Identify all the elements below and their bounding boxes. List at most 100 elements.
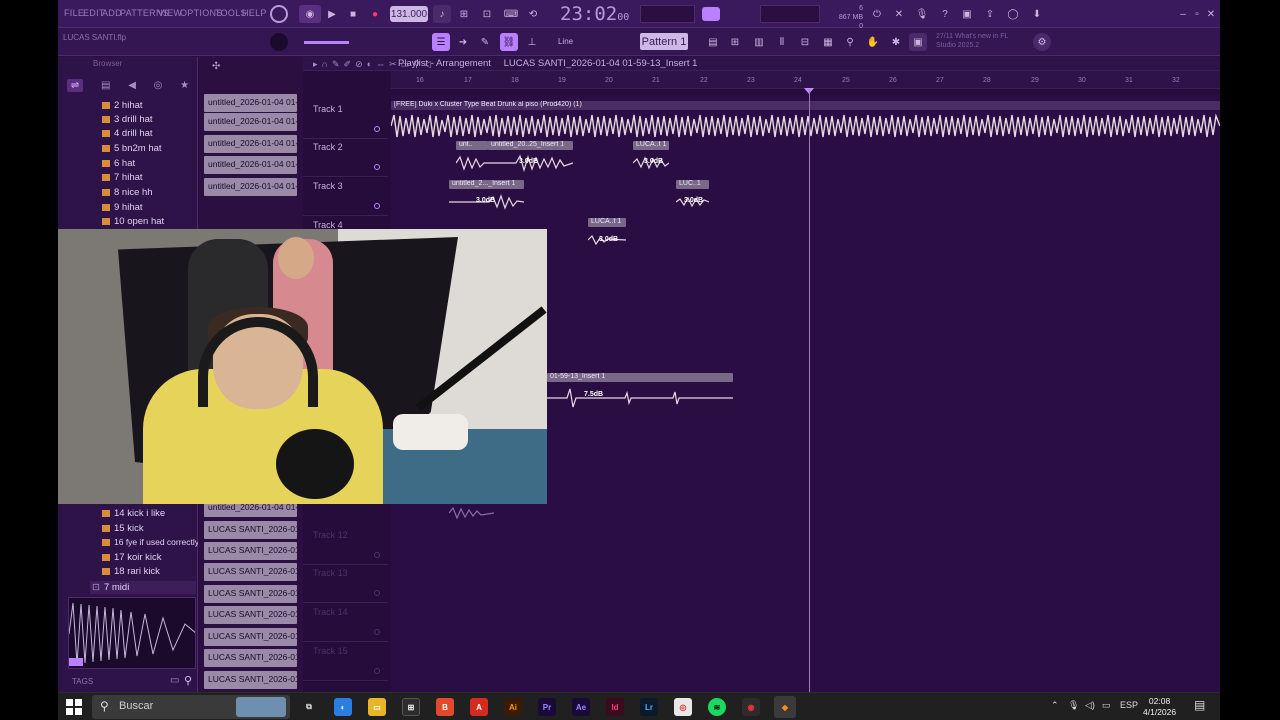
taskbar-search-box[interactable]: ⚲ Buscar xyxy=(92,695,290,719)
channel-rack-icon[interactable]: ▥ xyxy=(750,33,768,51)
browser-item[interactable]: 3 drill hat xyxy=(102,114,153,125)
countdown-icon[interactable]: ⊞ xyxy=(455,5,473,23)
chrome-icon[interactable]: ◎ xyxy=(674,698,692,716)
input-language[interactable]: ESP xyxy=(1120,700,1138,710)
tray-network-icon[interactable]: ▭ xyxy=(1102,700,1111,711)
tags-label[interactable]: TAGS xyxy=(72,677,93,686)
lightroom-icon[interactable]: Lr xyxy=(640,698,658,716)
preview-play-marker[interactable] xyxy=(69,658,83,666)
browser-waveform-preview[interactable] xyxy=(68,597,196,669)
mic-icon[interactable]: 🎙 xyxy=(913,5,931,23)
playhead-line[interactable] xyxy=(809,89,810,692)
clip-list-item[interactable]: LUCAS SANTI_2026-01-04.. xyxy=(204,563,297,581)
clip-list-item[interactable]: untitled_2026-01-04 01- xyxy=(204,156,297,174)
play-icon[interactable]: ▶ xyxy=(323,5,341,23)
zoom-tool-icon[interactable]: ⚲ xyxy=(413,59,424,69)
knob-icon[interactable] xyxy=(270,5,288,23)
touch-icon[interactable]: ✋ xyxy=(864,33,882,51)
audio-clip-header[interactable]: LUCA..t 1 xyxy=(633,141,669,150)
audio-clip-waveform[interactable] xyxy=(456,154,573,172)
arrow-icon[interactable]: ➜ xyxy=(454,33,472,51)
track-enable-icon[interactable] xyxy=(374,668,380,674)
pencil-icon[interactable]: ✎ xyxy=(476,33,494,51)
menu-view[interactable]: VIEW xyxy=(158,8,182,18)
copilot-icon[interactable]: ◐ xyxy=(334,698,352,716)
mic-record-icon[interactable]: ⚲ xyxy=(841,33,859,51)
select-tool-icon[interactable]: ▭ xyxy=(401,59,414,69)
news-settings-icon[interactable]: ⚙ xyxy=(1033,33,1051,51)
clip-list-item[interactable]: LUCAS SANTI_2026-01-04.. xyxy=(204,671,297,689)
stop-icon[interactable]: ■ xyxy=(344,5,362,23)
audio-clip-header[interactable]: untitled_20..25_Insert 1 xyxy=(488,141,573,150)
clip-list-item[interactable]: LUCAS SANTI_2026-01-04.. xyxy=(204,542,297,560)
chat-icon[interactable]: ◯ xyxy=(1004,5,1022,23)
close-icon[interactable]: ✕ xyxy=(1202,5,1220,23)
browser-item[interactable]: 5 bn2m hat xyxy=(102,143,162,154)
mixer-icon[interactable]: ⫴ xyxy=(773,33,791,51)
browser-item[interactable]: 8 nice hh xyxy=(102,187,153,198)
browser-item[interactable]: 2 hihat xyxy=(102,100,143,111)
task-view-icon[interactable]: ⧉ xyxy=(300,698,318,716)
brave-icon[interactable]: B xyxy=(436,698,454,716)
browser-item[interactable]: 15 kick xyxy=(102,523,144,534)
audio-clip-waveform[interactable] xyxy=(449,505,494,521)
spotify-icon[interactable]: ≋ xyxy=(708,698,726,716)
search-browser-icon[interactable]: ⚲ xyxy=(184,674,192,687)
paint-tool-icon[interactable]: ✐ xyxy=(344,59,356,69)
master-volume-slider[interactable] xyxy=(304,41,349,44)
stamp-icon[interactable]: ⊥ xyxy=(523,33,541,51)
timeline-ruler[interactable]: 16 17 18 19 20 21 22 23 24 25 26 27 28 2… xyxy=(391,71,1220,89)
browser-icon[interactable]: ⊟ xyxy=(796,33,814,51)
track-header[interactable]: Track 14 xyxy=(303,604,388,642)
browser-star-tab-icon[interactable]: ★ xyxy=(180,80,189,91)
clip-list-item[interactable]: untitled_2026-01-04 01- xyxy=(204,178,297,196)
download-icon[interactable]: ⬇ xyxy=(1028,5,1046,23)
tray-expand-icon[interactable]: ⌃ xyxy=(1051,700,1059,711)
fl-studio-icon[interactable]: ◆ xyxy=(774,696,796,718)
premiere-icon[interactable]: Pr xyxy=(538,698,556,716)
hint-knob-icon[interactable] xyxy=(270,33,288,51)
track-enable-icon[interactable] xyxy=(374,203,380,209)
browser-item[interactable]: 18 rari kick xyxy=(102,566,160,577)
browser-plugins-tab-icon[interactable]: ◀ xyxy=(128,80,136,91)
audio-clip-header[interactable]: LUC..1 xyxy=(676,180,709,189)
clip-list-item[interactable]: LUCAS SANTI_2026-01-04.. xyxy=(204,585,297,603)
track-header[interactable]: Track 2 xyxy=(303,139,388,177)
tray-volume-icon[interactable]: ◁) xyxy=(1085,700,1095,711)
audio-clip-header[interactable]: [FREE] Duki x Cluster Type Beat Drunk al… xyxy=(391,101,1220,110)
audio-clip-waveform[interactable] xyxy=(547,387,733,409)
pitch-indicator-icon[interactable] xyxy=(702,7,720,21)
audio-clip-header[interactable]: untitled_2..._Insert 1 xyxy=(449,180,524,189)
browser-item[interactable]: 6 hat xyxy=(102,158,135,169)
view-playlist-icon[interactable]: ▤ xyxy=(704,33,722,51)
track-enable-icon[interactable] xyxy=(374,590,380,596)
clip-list-item[interactable]: untitled_2026-01-04 01- xyxy=(204,113,297,131)
record-icon[interactable]: ● xyxy=(366,5,384,23)
draw-tool-icon[interactable]: ✎ xyxy=(332,59,344,69)
clip-list-item[interactable]: LUCAS SANTI_2026-01-04.. xyxy=(204,628,297,646)
export-icon[interactable]: ⇪ xyxy=(981,5,999,23)
slip-tool-icon[interactable]: ⇔ xyxy=(376,59,389,69)
audio-clip-header[interactable]: LUCA..t 1 xyxy=(588,218,626,227)
clip-list-item[interactable]: LUCAS SANTI_2026-01-04.. xyxy=(204,606,297,624)
audio-clip-header[interactable]: unt.. xyxy=(456,141,488,150)
tools-icon[interactable]: ✕ xyxy=(890,5,908,23)
browser-db-tab-icon[interactable]: ◎ xyxy=(154,80,163,91)
browser-folder-open[interactable]: ⊡ 7 midi xyxy=(90,581,196,594)
track-enable-icon[interactable] xyxy=(374,126,380,132)
menu-add[interactable]: ADD xyxy=(102,8,122,18)
browser-item[interactable]: 14 kick i like xyxy=(102,508,165,519)
browser-item[interactable]: 10 open hat xyxy=(102,216,164,227)
after-effects-icon[interactable]: Ae xyxy=(572,698,590,716)
clip-list-item[interactable]: untitled_2026-01-04 01- xyxy=(204,135,297,153)
clip-list-item[interactable]: LUCAS SANTI_2026-01-04.. xyxy=(204,521,297,539)
piano-roll-icon[interactable]: ⊞ xyxy=(726,33,744,51)
clip-list-item[interactable]: LUCAS SANTI_2026-01-04.. xyxy=(204,649,297,667)
marketplace-icon[interactable]: ✱ xyxy=(887,33,905,51)
notification-icon[interactable]: ▤ xyxy=(1194,698,1205,712)
delete-tool-icon[interactable]: ⊘ xyxy=(355,59,367,69)
clip-list-item[interactable]: untitled_2026-01-04 01- xyxy=(204,94,297,112)
browser-files-tab-icon[interactable]: ▤ xyxy=(101,80,110,91)
store-icon[interactable]: ⊞ xyxy=(402,698,420,716)
search-highlight-image[interactable] xyxy=(236,697,286,717)
